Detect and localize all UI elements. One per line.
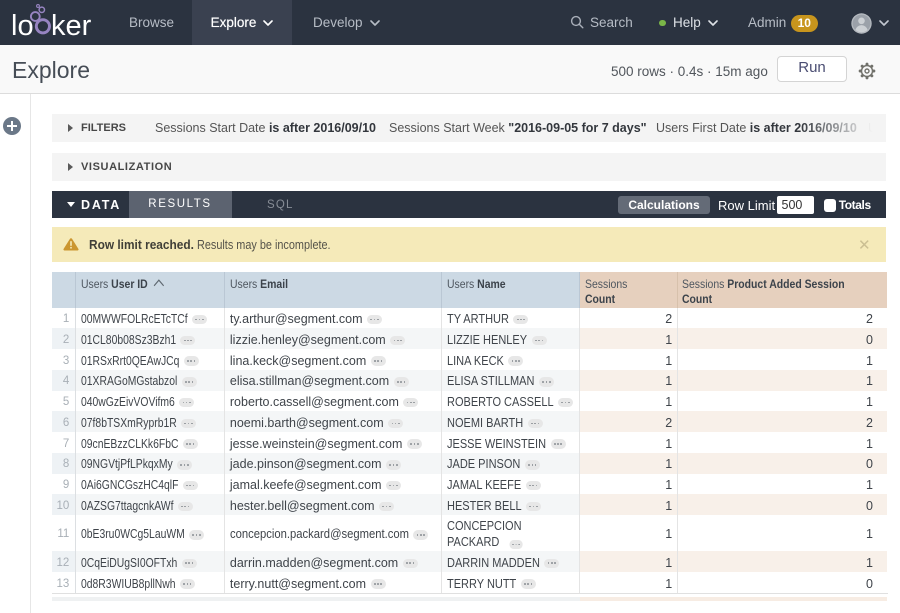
- svg-text:lo: lo: [11, 10, 34, 42]
- svg-text:ker: ker: [51, 10, 92, 42]
